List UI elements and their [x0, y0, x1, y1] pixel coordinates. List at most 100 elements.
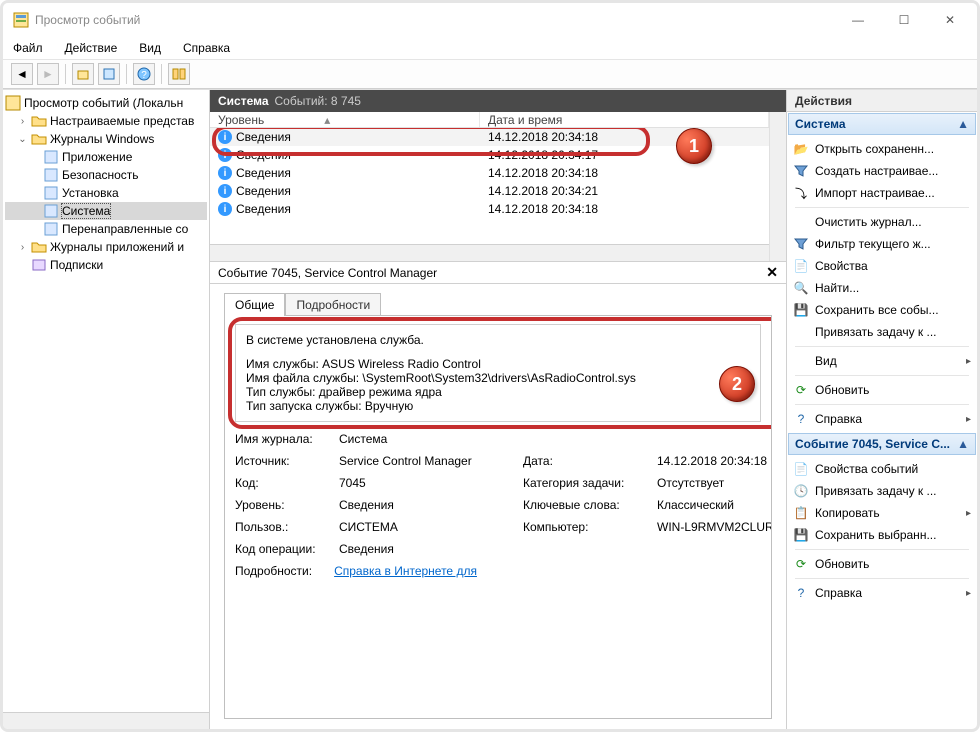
- tree-app-logs[interactable]: Журналы приложений и: [50, 240, 184, 254]
- tab-details[interactable]: Подробности: [285, 293, 381, 316]
- tree-forwarded[interactable]: Перенаправленные со: [62, 222, 188, 236]
- open-icon: 📂: [793, 141, 809, 157]
- event-grid[interactable]: iСведения 14.12.2018 20:34:18 iСведения …: [210, 128, 769, 244]
- collapse-icon: ▲: [957, 437, 969, 451]
- collapse-icon[interactable]: ⌄: [17, 134, 28, 145]
- close-button[interactable]: ✕: [927, 5, 973, 35]
- info-icon: i: [218, 148, 232, 162]
- action-refresh[interactable]: ⟳Обновить: [789, 379, 975, 401]
- lbl-keywords: Ключевые слова:: [523, 498, 653, 512]
- refresh-icon: ⟳: [793, 556, 809, 572]
- folder-icon: [31, 113, 47, 129]
- clock-icon: 🕓: [793, 483, 809, 499]
- event-row[interactable]: iСведения 14.12.2018 20:34:21: [210, 182, 769, 200]
- val-computer: WIN-L9RMVM2CLUR: [657, 520, 772, 534]
- menu-action[interactable]: Действие: [61, 39, 122, 57]
- val-keywords: Классический: [657, 498, 772, 512]
- maximize-button[interactable]: ☐: [881, 5, 927, 35]
- menu-file[interactable]: Файл: [9, 39, 47, 57]
- save-icon: 💾: [793, 302, 809, 318]
- val-source: Service Control Manager: [339, 454, 519, 468]
- titlebar: Просмотр событий — ☐ ✕: [3, 3, 977, 37]
- tree-application[interactable]: Приложение: [62, 150, 132, 164]
- event-description: В системе установлена служба. Имя службы…: [235, 324, 761, 422]
- lbl-user: Пользов.:: [235, 520, 335, 534]
- menu-help[interactable]: Справка: [179, 39, 234, 57]
- tree-root[interactable]: Просмотр событий (Локальн: [24, 96, 183, 110]
- action-refresh-2[interactable]: ⟳Обновить: [789, 553, 975, 575]
- lbl-moreinfo: Подробности:: [235, 564, 312, 578]
- copy-icon: 📋: [793, 505, 809, 521]
- tree-scrollbar[interactable]: [3, 712, 209, 729]
- val-date: 14.12.2018 20:34:18: [657, 454, 772, 468]
- col-date[interactable]: Дата и время: [480, 112, 769, 127]
- val-category: Отсутствует: [657, 476, 772, 490]
- grid-vscroll[interactable]: [769, 112, 786, 261]
- actions-pane: Действия Система▲ 📂Открыть сохраненн... …: [787, 90, 977, 729]
- action-view[interactable]: Вид▸: [789, 350, 975, 372]
- menu-view[interactable]: Вид: [135, 39, 165, 57]
- chevron-right-icon: ▸: [966, 588, 971, 599]
- chevron-right-icon: ▸: [966, 356, 971, 367]
- lbl-level: Уровень:: [235, 498, 335, 512]
- action-filter-current[interactable]: Фильтр текущего ж...: [789, 233, 975, 255]
- action-properties[interactable]: 📄Свойства: [789, 255, 975, 277]
- column-headers[interactable]: Уровень▴ Дата и время: [210, 112, 769, 128]
- event-row[interactable]: iСведения 14.12.2018 20:34:18: [210, 164, 769, 182]
- action-event-attach-task[interactable]: 🕓Привязать задачу к ...: [789, 480, 975, 502]
- info-icon: i: [218, 202, 232, 216]
- val-id: 7045: [339, 476, 519, 490]
- help-icon: ?: [793, 585, 809, 601]
- action-create-custom[interactable]: Создать настраивае...: [789, 160, 975, 182]
- tree-windows-logs[interactable]: Журналы Windows: [50, 132, 154, 146]
- expand-icon[interactable]: ›: [17, 242, 28, 253]
- lbl-id: Код:: [235, 476, 335, 490]
- chevron-right-icon: ▸: [966, 414, 971, 425]
- expand-icon[interactable]: ›: [17, 116, 28, 127]
- layout-button[interactable]: [168, 63, 190, 85]
- action-open-saved[interactable]: 📂Открыть сохраненн...: [789, 138, 975, 160]
- tree-system[interactable]: Система: [62, 204, 110, 218]
- props-button[interactable]: [98, 63, 120, 85]
- help-online-link[interactable]: Справка в Интернете для: [334, 564, 477, 578]
- help-button[interactable]: ?: [133, 63, 155, 85]
- info-icon: i: [218, 184, 232, 198]
- eventviewer-icon: [5, 95, 21, 111]
- info-icon: i: [218, 166, 232, 180]
- tree-setup[interactable]: Установка: [62, 186, 119, 200]
- log-icon: [43, 167, 59, 183]
- action-event-properties[interactable]: 📄Свойства событий: [789, 458, 975, 480]
- action-save-selected[interactable]: 💾Сохранить выбранн...: [789, 524, 975, 546]
- close-preview-button[interactable]: ✕: [766, 264, 778, 281]
- action-attach-task[interactable]: Привязать задачу к ...: [789, 321, 975, 343]
- lbl-date: Дата:: [523, 454, 653, 468]
- nav-fwd-button[interactable]: ►: [37, 63, 59, 85]
- col-level[interactable]: Уровень▴: [210, 112, 480, 127]
- actions-header: Действия: [787, 90, 977, 112]
- action-help[interactable]: ?Справка▸: [789, 408, 975, 430]
- log-icon: [43, 185, 59, 201]
- action-import-custom[interactable]: ⤵Импорт настраивае...: [789, 182, 975, 204]
- tab-general[interactable]: Общие: [224, 293, 285, 316]
- nav-back-button[interactable]: ◄: [11, 63, 33, 85]
- action-help-2[interactable]: ?Справка▸: [789, 582, 975, 604]
- action-find[interactable]: 🔍Найти...: [789, 277, 975, 299]
- folder-icon: [31, 239, 47, 255]
- tree-custom-views[interactable]: Настраиваемые представ: [50, 114, 194, 128]
- action-save-all[interactable]: 💾Сохранить все собы...: [789, 299, 975, 321]
- action-clear-log[interactable]: Очистить журнал...: [789, 211, 975, 233]
- up-button[interactable]: [72, 63, 94, 85]
- nav-tree[interactable]: Просмотр событий (Локальн › Настраиваемы…: [3, 90, 210, 729]
- detail-body: В системе установлена служба. Имя службы…: [224, 315, 772, 719]
- actions-section-event[interactable]: Событие 7045, Service C...▲: [788, 433, 976, 455]
- event-row[interactable]: iСведения 14.12.2018 20:34:18: [210, 200, 769, 218]
- import-icon: ⤵: [793, 185, 809, 201]
- grid-hscroll[interactable]: [210, 244, 769, 261]
- info-icon: i: [218, 130, 232, 144]
- properties-icon: 📄: [793, 461, 809, 477]
- minimize-button[interactable]: —: [835, 5, 881, 35]
- tree-subscriptions[interactable]: Подписки: [50, 258, 103, 272]
- tree-security[interactable]: Безопасность: [62, 168, 139, 182]
- actions-section-system[interactable]: Система▲: [788, 113, 976, 135]
- action-copy[interactable]: 📋Копировать▸: [789, 502, 975, 524]
